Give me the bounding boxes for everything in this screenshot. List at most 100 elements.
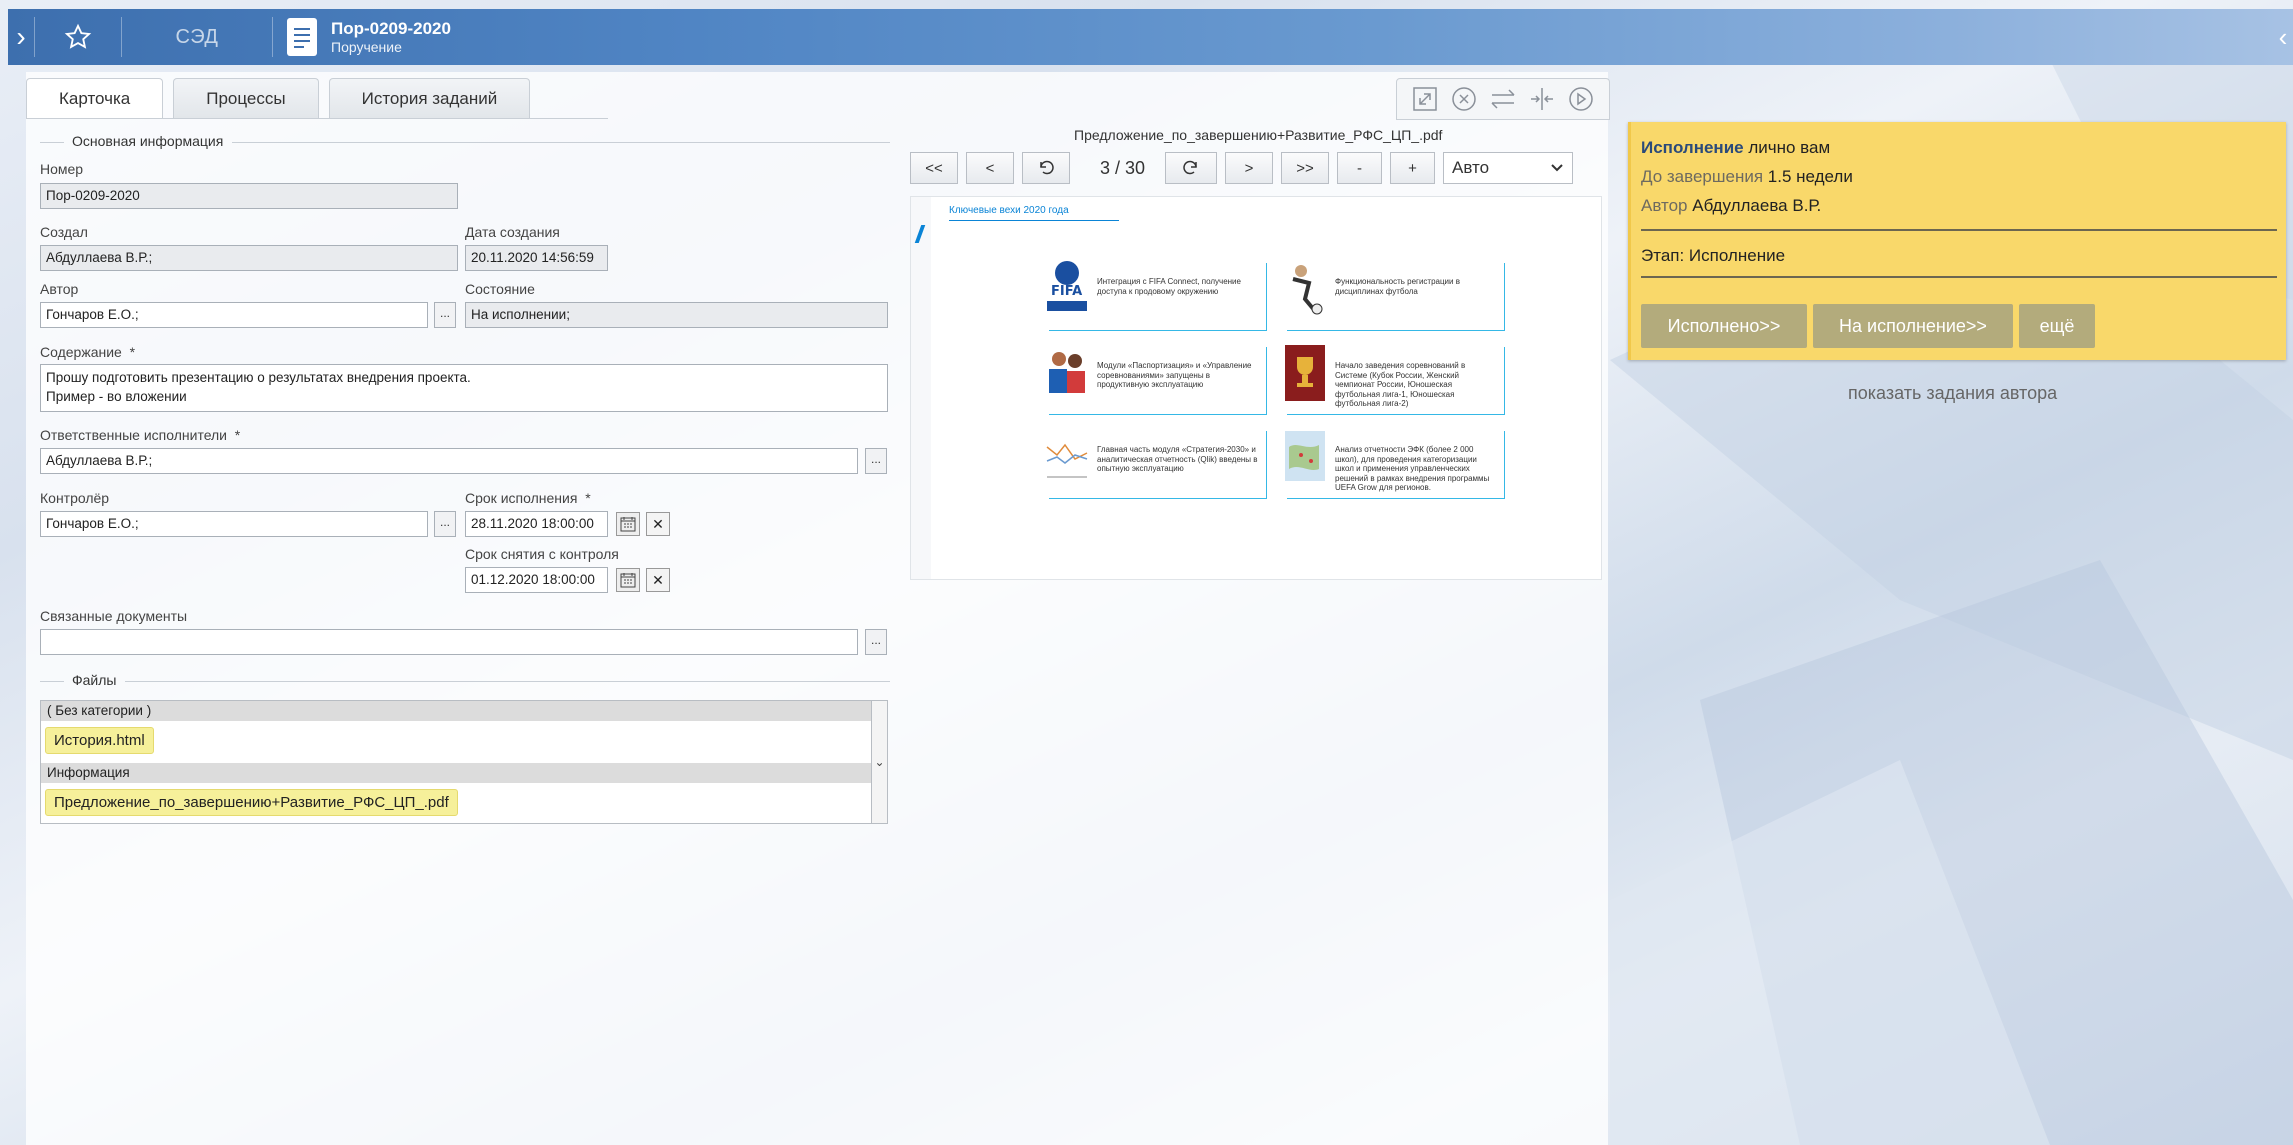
- line-chart-image: [1046, 443, 1088, 478]
- milestone-text: Анализ отчетности ЭФК (более 2 000 школ)…: [1335, 445, 1490, 492]
- task-due-label: До завершения: [1641, 167, 1764, 186]
- document-type: Поручение: [331, 39, 402, 55]
- task-due: До завершения 1.5 недели: [1641, 167, 1853, 187]
- chevron-down-icon: [1551, 164, 1563, 172]
- author-field[interactable]: Гончаров Е.О.;: [40, 302, 428, 328]
- tab-processes[interactable]: Процессы: [173, 78, 319, 118]
- tab-strip: Карточка Процессы История заданий: [26, 78, 540, 118]
- controller-picker-button[interactable]: ...: [434, 511, 456, 537]
- first-page-button[interactable]: <<: [910, 152, 958, 184]
- deadline-calendar-icon[interactable]: [616, 512, 640, 536]
- milestone-text: Модули «Паспортизация» и «Управление сор…: [1097, 361, 1252, 389]
- section-line: [232, 142, 890, 143]
- controller-field[interactable]: Гончаров Е.О.;: [40, 511, 428, 537]
- responsible-field[interactable]: Абдуллаева В.Р.;: [40, 448, 858, 474]
- milestone-text: Функциональность регистрации в дисциплин…: [1335, 277, 1460, 296]
- task-stage: Этап: Исполнение: [1641, 246, 1786, 265]
- file-link[interactable]: История.html: [45, 727, 154, 754]
- zoom-in-button[interactable]: +: [1390, 152, 1436, 184]
- section-line: [40, 681, 64, 682]
- split-icon[interactable]: [1527, 84, 1557, 114]
- favorites-star-icon[interactable]: [35, 23, 121, 51]
- task-title: Исполнение лично вам: [1641, 138, 1830, 158]
- app-name[interactable]: СЭД: [122, 26, 272, 49]
- zoom-out-button[interactable]: -: [1337, 152, 1383, 184]
- tab-card[interactable]: Карточка: [26, 78, 164, 118]
- pdf-toolbar: << < 3 / 30 > >> - + Авто: [910, 152, 1574, 184]
- author-label: Автор: [40, 281, 79, 297]
- collapse-right-icon[interactable]: ‹: [2273, 9, 2293, 65]
- milestone-card: Начало заведения соревнований в Системе …: [1285, 345, 1505, 415]
- show-author-tasks-link[interactable]: показать задания автора: [1848, 383, 2057, 404]
- responsible-label-text: Ответственные исполнители: [40, 427, 228, 443]
- control-removal-label: Срок снятия с контроля: [465, 546, 619, 562]
- last-page-button[interactable]: >>: [1281, 152, 1330, 184]
- content-label: Содержание *: [40, 344, 135, 360]
- deadline-field[interactable]: 28.11.2020 18:00:00: [465, 511, 608, 537]
- close-circle-icon[interactable]: [1449, 84, 1479, 114]
- document-tab[interactable]: Пор-0209-2020 Поручение: [287, 18, 451, 56]
- task-author-value: Абдуллаева В.Р.: [1687, 196, 1822, 215]
- section-main-info-title: Основная информация: [72, 133, 224, 149]
- number-label: Номер: [40, 161, 84, 177]
- zoom-value: Авто: [1452, 158, 1490, 177]
- rotate-right-icon[interactable]: [1165, 152, 1218, 184]
- tab-task-history[interactable]: История заданий: [328, 78, 531, 118]
- content-line-1: Прошу подготовить презентацию о результа…: [46, 370, 471, 385]
- expand-sidebar-icon[interactable]: ›: [8, 9, 34, 65]
- deadline-label-text: Срок исполнения: [465, 490, 578, 506]
- responsible-picker-button[interactable]: ...: [865, 448, 887, 474]
- number-field: Пор-0209-2020: [40, 183, 458, 209]
- swap-icon[interactable]: [1488, 84, 1518, 114]
- milestone-text: Начало заведения соревнований в Системе …: [1335, 361, 1466, 408]
- rotate-left-icon[interactable]: [1022, 152, 1070, 184]
- author-picker-button[interactable]: ...: [434, 302, 456, 328]
- related-docs-label: Связанные документы: [40, 608, 188, 624]
- map-image: [1285, 431, 1325, 481]
- prev-page-button[interactable]: <: [966, 152, 1014, 184]
- done-button[interactable]: Исполнено>>: [1641, 304, 1807, 348]
- task-due-value: 1.5 недели: [1763, 167, 1853, 186]
- control-removal-calendar-icon[interactable]: [616, 568, 640, 592]
- page-counter: 3 / 30: [1100, 157, 1146, 178]
- created-date-label: Дата создания: [465, 224, 560, 240]
- related-docs-field[interactable]: [40, 629, 858, 655]
- milestone-card: Модули «Паспортизация» и «Управление сор…: [1049, 347, 1267, 415]
- next-page-button[interactable]: >: [1225, 152, 1274, 184]
- top-bar: › СЭД Пор-0209-2020 Поручение ‹: [8, 9, 2293, 65]
- file-category: ( Без категории ): [41, 701, 887, 721]
- task-author-label: Автор: [1641, 196, 1688, 215]
- related-docs-picker-button[interactable]: ...: [865, 629, 887, 655]
- control-removal-clear-icon[interactable]: ✕: [646, 568, 670, 592]
- required-mark: *: [234, 427, 241, 443]
- zoom-select[interactable]: Авто: [1443, 152, 1574, 184]
- viewer-toolbar: [1396, 78, 1610, 120]
- state-label: Состояние: [465, 281, 535, 297]
- deadline-clear-icon[interactable]: ✕: [646, 512, 670, 536]
- created-by-field: Абдуллаева В.Р.;: [40, 245, 458, 271]
- milestone-card: Функциональность регистрации в дисциплин…: [1287, 263, 1505, 331]
- content-textarea[interactable]: Прошу подготовить презентацию о результа…: [40, 364, 888, 412]
- task-card: Исполнение лично вам До завершения 1.5 н…: [1628, 122, 2286, 360]
- divider: [1641, 276, 2277, 278]
- document-title: Пор-0209-2020: [331, 19, 451, 38]
- controller-label: Контролёр: [40, 490, 110, 506]
- play-icon[interactable]: [1566, 84, 1596, 114]
- section-line: [125, 681, 890, 682]
- state-field: На исполнении;: [465, 302, 888, 328]
- expand-icon[interactable]: [1410, 84, 1440, 114]
- control-removal-field[interactable]: 01.12.2020 18:00:00: [465, 567, 608, 593]
- file-link[interactable]: Предложение_по_завершению+Развитие_РФС_Ц…: [45, 789, 458, 816]
- to-execution-button[interactable]: На исполнение>>: [1813, 304, 2013, 348]
- section-line: [40, 142, 64, 143]
- files-scrollbar[interactable]: ⌄: [871, 701, 887, 823]
- milestone-card: Главная часть модуля «Стратегия-2030» и …: [1046, 431, 1267, 499]
- pdf-slide-edge: [911, 197, 931, 579]
- required-mark: *: [129, 344, 136, 360]
- responsible-label: Ответственные исполнители *: [40, 427, 240, 443]
- more-button[interactable]: ещё: [2019, 304, 2095, 348]
- pdf-page: Ключевые вехи 2020 года FIFA Интеграция …: [910, 196, 1602, 580]
- pdf-filename: Предложение_по_завершению+Развитие_РФС_Ц…: [1074, 127, 1443, 143]
- file-category: Информация: [41, 763, 887, 783]
- list-item: Предложение_по_завершению+Развитие_РФС_Ц…: [41, 783, 887, 825]
